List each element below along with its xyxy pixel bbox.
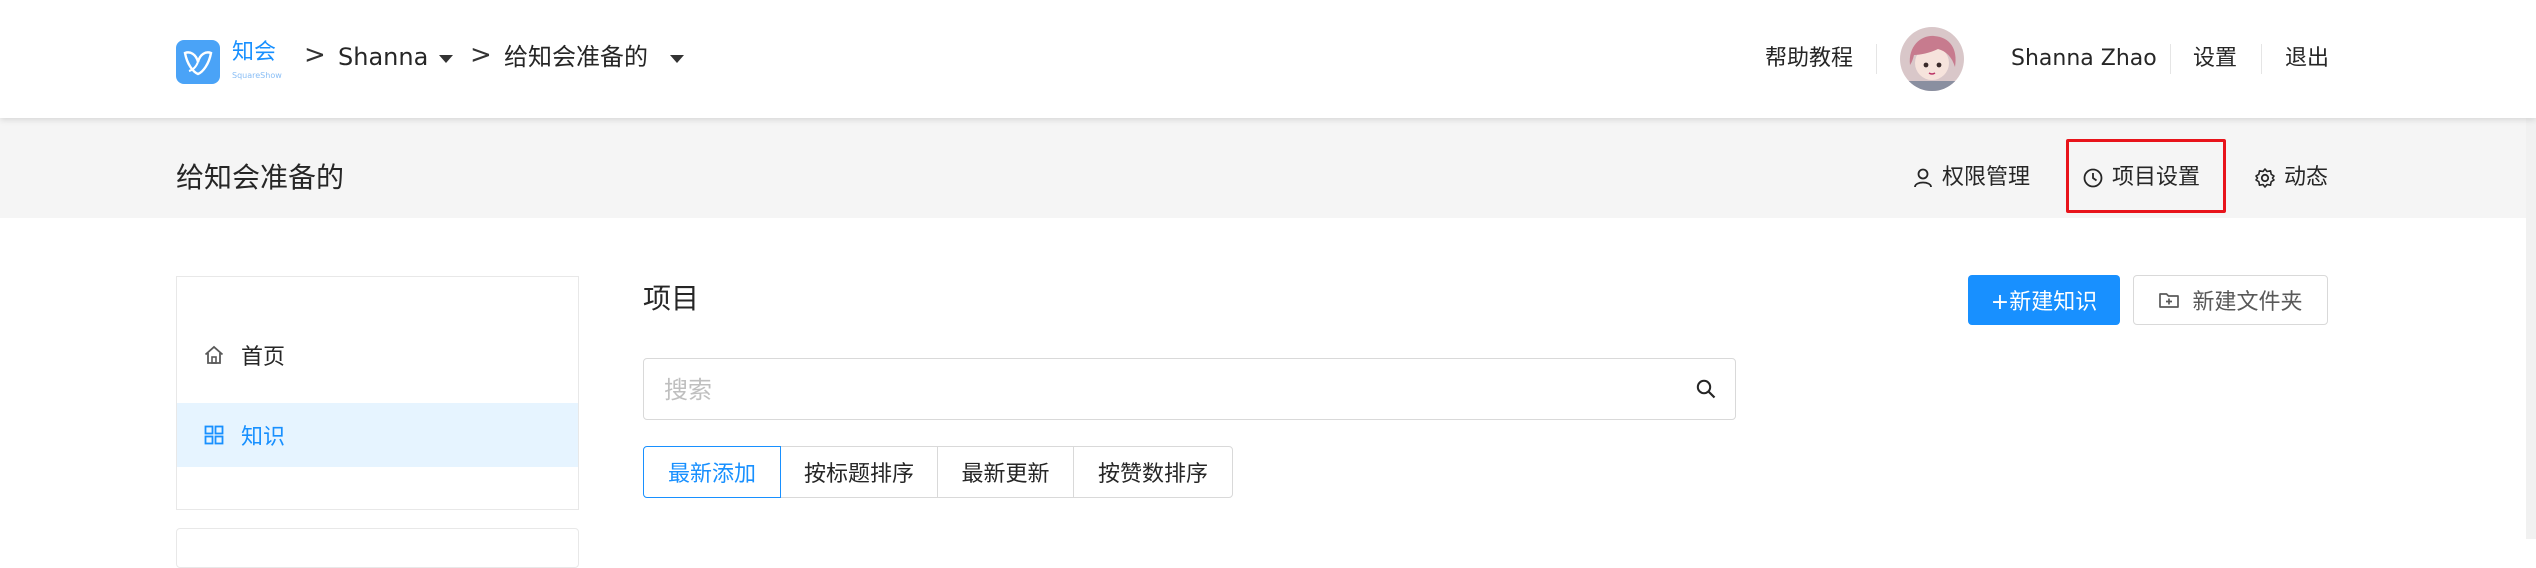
sidebar-secondary-panel bbox=[176, 528, 579, 568]
tab-sort-by-title[interactable]: 按标题排序 bbox=[780, 446, 938, 498]
highlight-box bbox=[2066, 139, 2226, 213]
project-title: 给知会准备的 bbox=[176, 161, 345, 194]
divider bbox=[2261, 44, 2262, 74]
logout-link[interactable]: 退出 bbox=[2285, 47, 2329, 71]
folder-add-icon bbox=[2158, 289, 2180, 311]
permissions-button[interactable]: 权限管理 bbox=[1912, 166, 2030, 190]
new-folder-label: 新建文件夹 bbox=[2192, 290, 2303, 315]
logo-text: 知会 bbox=[232, 40, 277, 65]
sidebar: 首页 知识 bbox=[176, 276, 579, 510]
sidebar-item-label: 首页 bbox=[241, 345, 286, 370]
tab-sort-by-likes[interactable]: 按赞数排序 bbox=[1073, 446, 1233, 498]
permissions-label: 权限管理 bbox=[1942, 165, 2031, 190]
gear-icon bbox=[2254, 167, 2276, 189]
help-link[interactable]: 帮助教程 bbox=[1765, 47, 1853, 71]
activity-button[interactable]: 动态 bbox=[2254, 166, 2328, 190]
settings-link[interactable]: 设置 bbox=[2193, 47, 2237, 71]
caret-down-icon[interactable] bbox=[670, 55, 684, 63]
breadcrumb-separator-icon: > bbox=[304, 40, 326, 70]
breadcrumb-project[interactable]: 给知会准备的 bbox=[504, 44, 648, 70]
tab-latest-updated[interactable]: 最新更新 bbox=[937, 446, 1074, 498]
breadcrumb-user[interactable]: Shanna bbox=[338, 44, 428, 70]
avatar[interactable] bbox=[1900, 27, 1964, 91]
new-knowledge-button[interactable]: +新建知识 bbox=[1968, 275, 2120, 325]
caret-down-icon[interactable] bbox=[439, 55, 453, 63]
page-title: 项目 bbox=[643, 282, 700, 315]
home-icon bbox=[203, 344, 225, 366]
sidebar-item-home[interactable]: 首页 bbox=[177, 323, 578, 387]
search-box bbox=[643, 358, 1736, 421]
sort-tabs: 最新添加 按标题排序 最新更新 按赞数排序 bbox=[643, 446, 1233, 498]
sidebar-item-knowledge[interactable]: 知识 bbox=[177, 403, 578, 467]
new-knowledge-label: +新建知识 bbox=[1990, 290, 2098, 315]
search-icon[interactable] bbox=[1695, 378, 1717, 400]
top-header: 知会 SquareShow > Shanna > 给知会准备的 帮助教程 Sha… bbox=[0, 0, 2536, 118]
divider bbox=[2170, 44, 2171, 74]
divider bbox=[1876, 44, 1877, 74]
activity-label: 动态 bbox=[2284, 165, 2329, 190]
tab-latest-added[interactable]: 最新添加 bbox=[643, 446, 781, 498]
search-input[interactable] bbox=[662, 359, 1666, 421]
user-name[interactable]: Shanna Zhao bbox=[2011, 47, 2157, 71]
logo-subtext: SquareShow bbox=[232, 71, 282, 80]
grid-icon bbox=[203, 424, 225, 446]
sidebar-item-label: 知识 bbox=[241, 425, 286, 450]
app-logo[interactable] bbox=[176, 40, 220, 84]
breadcrumb-separator-icon: > bbox=[470, 40, 492, 70]
new-folder-button[interactable]: 新建文件夹 bbox=[2133, 275, 2328, 325]
user-icon bbox=[1912, 167, 1934, 189]
